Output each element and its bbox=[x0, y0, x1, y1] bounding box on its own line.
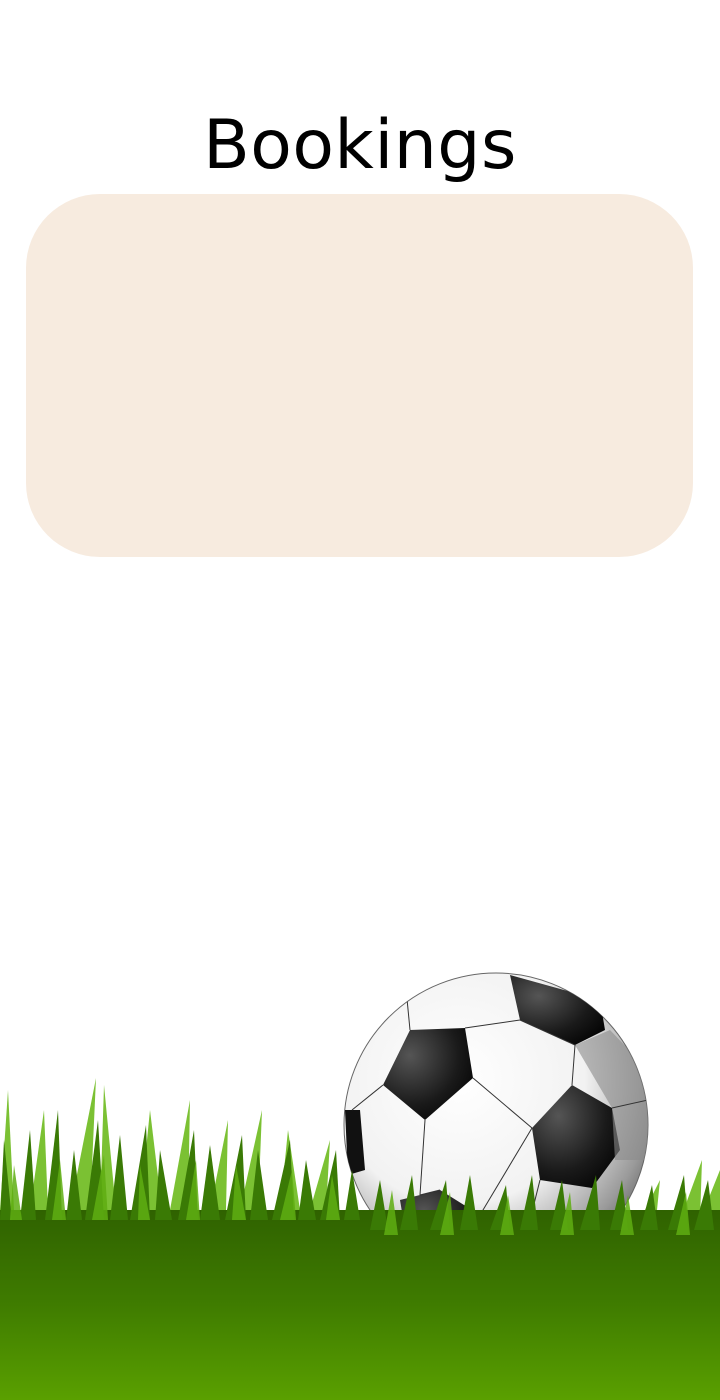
bookings-card bbox=[26, 194, 693, 557]
page-title: Bookings bbox=[203, 106, 517, 185]
soccer-ball-on-grass-illustration bbox=[0, 960, 720, 1400]
